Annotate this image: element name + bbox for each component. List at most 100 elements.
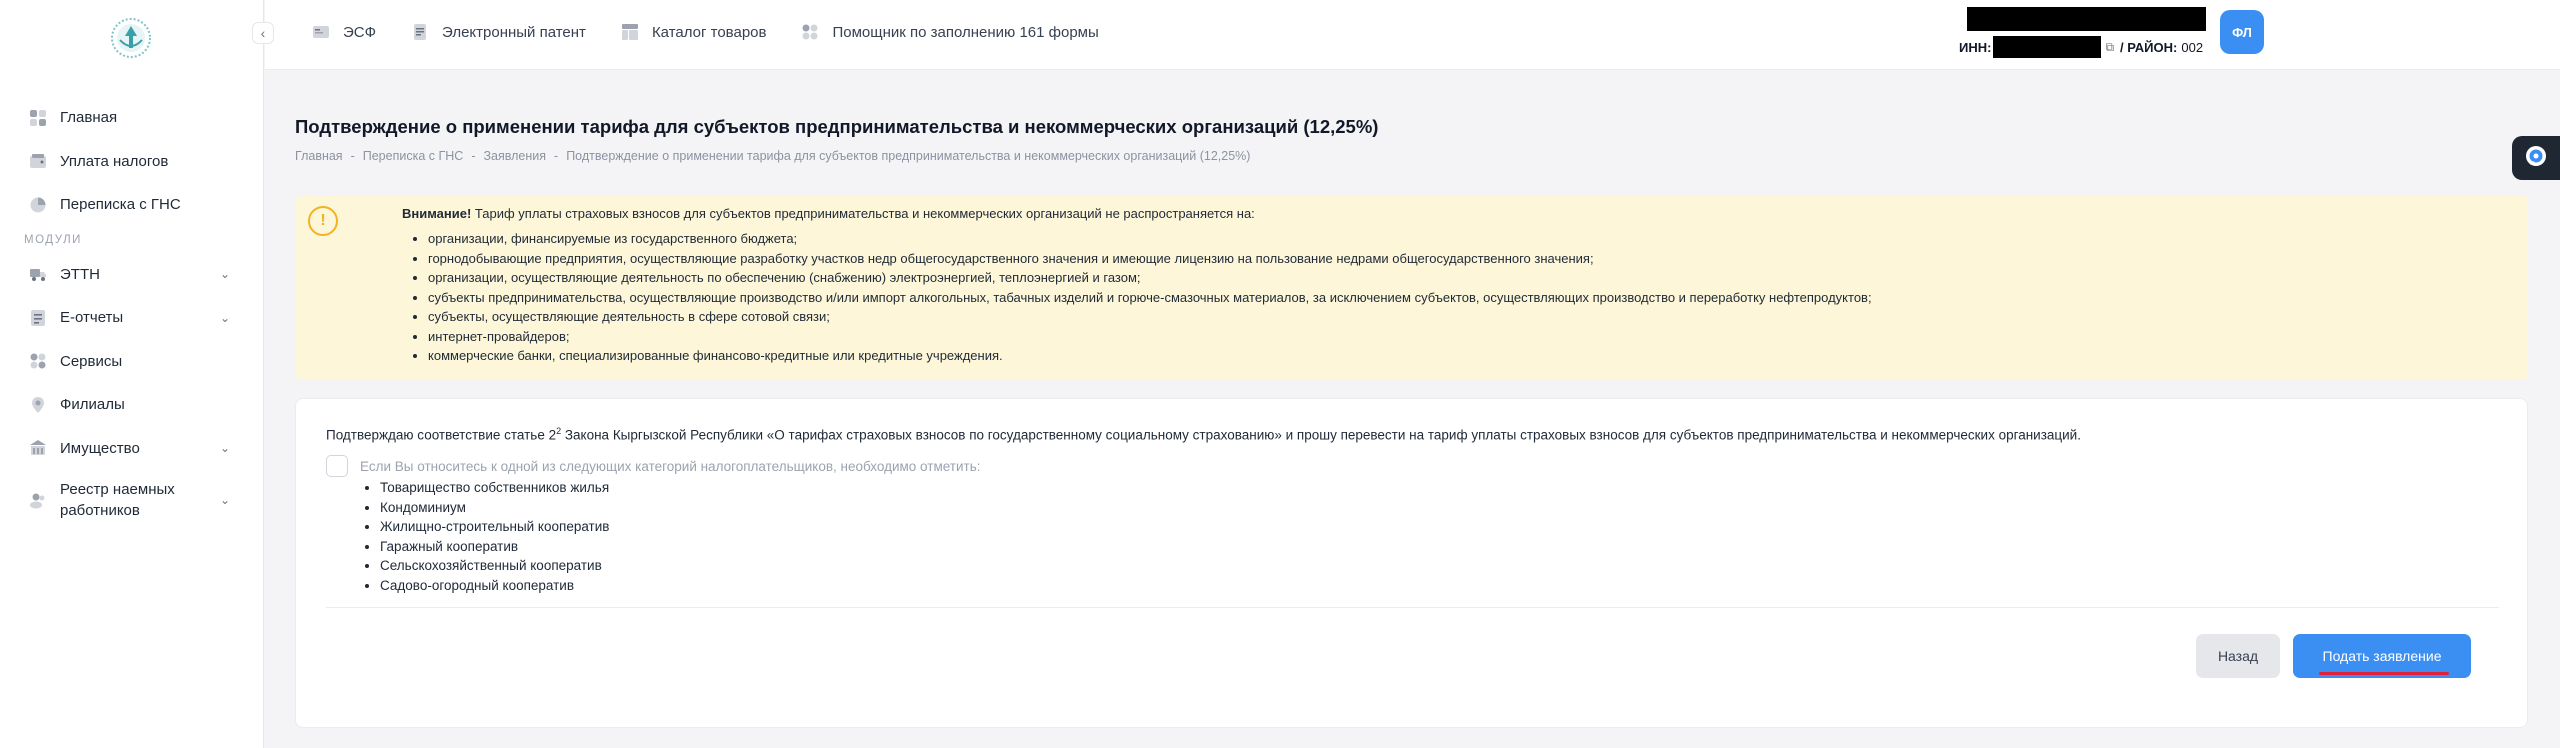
district-value: 002 — [2181, 39, 2204, 55]
topbar: ЭСФ Электронный патент Каталог товаров П… — [265, 0, 2560, 70]
sidebar-item-label: Имущество — [60, 439, 140, 457]
warning-heading: Внимание! Тариф уплаты страховых взносов… — [402, 206, 1255, 221]
list-item: интернет-провайдеров; — [428, 327, 1872, 347]
submit-button-label: Подать заявление — [2322, 648, 2442, 664]
confirmation-statement: Подтверждаю соответствие статье 22 Закон… — [326, 426, 2081, 443]
list-item: Жилищно-строительный кооператив — [380, 517, 609, 537]
report-icon — [28, 308, 48, 328]
inn-label: ИНН: — [1959, 39, 1992, 55]
page-title: Подтверждение о применении тарифа для су… — [295, 116, 1379, 137]
divider — [326, 607, 2499, 608]
warning-list: организации, финансируемые из государств… — [428, 229, 1872, 366]
top-link-esf[interactable]: ЭСФ — [311, 22, 376, 42]
pin-icon — [28, 395, 48, 415]
sidebar-item-label: Сервисы — [60, 352, 123, 370]
sidebar-item-label: Уплата налогов — [60, 152, 169, 170]
wallet-icon — [28, 151, 48, 171]
sidebar-item-label: Реестр наемных работников — [60, 481, 175, 519]
tax-service-logo[interactable] — [106, 16, 156, 60]
top-link-form-161-helper[interactable]: Помощник по заполнению 161 формы — [800, 22, 1099, 42]
sidebar-item-tax-payment[interactable]: Уплата налогов — [0, 140, 264, 184]
list-item: Кондоминиум — [380, 498, 609, 518]
chevron-down-icon: ⌄ — [219, 493, 230, 507]
top-link-patent[interactable]: Электронный патент — [410, 22, 586, 42]
home-icon — [28, 108, 48, 128]
redacted-inn — [1993, 36, 2102, 58]
top-link-label: Электронный патент — [442, 23, 586, 41]
list-item: Сельскохозяйственный кооператив — [380, 556, 609, 576]
avatar[interactable]: ФЛ — [2220, 10, 2264, 54]
list-item: субъекты предпринимательства, осуществля… — [428, 288, 1872, 308]
breadcrumb-separator: - — [554, 149, 559, 163]
sidebar-item-label: ЭТТН — [60, 265, 100, 283]
grid-icon — [28, 351, 48, 371]
list-item: Гаражный кооператив — [380, 537, 609, 557]
top-nav: ЭСФ Электронный патент Каталог товаров П… — [311, 22, 1133, 42]
top-link-label: Помощник по заполнению 161 формы — [832, 23, 1099, 41]
chevron-down-icon: ⌄ — [219, 310, 230, 325]
list-item: Товарищество собственников жилья — [380, 478, 609, 498]
list-item: субъекты, осуществляющие деятельность в … — [428, 307, 1872, 327]
modules-section-label: МОДУЛИ — [24, 233, 82, 246]
sidebar-item-property[interactable]: Имущество ⌄ — [0, 427, 264, 471]
district-label: / РАЙОН: — [2120, 39, 2178, 55]
building-icon — [28, 438, 48, 458]
copy-icon[interactable]: ⧉ — [2105, 40, 2114, 55]
top-link-label: ЭСФ — [343, 23, 377, 41]
helper-icon — [800, 22, 820, 42]
statement-text-end: Закона Кыргызской Республики «О тарифах … — [561, 427, 2081, 443]
sidebar-item-correspondence[interactable]: Переписка с ГНС — [0, 183, 264, 227]
warning-text: Тариф уплаты страховых взносов для субъе… — [471, 206, 1255, 221]
sidebar-item-e-reports[interactable]: Е-отчеты ⌄ — [0, 296, 264, 340]
application-form-card: Подтверждаю соответствие статье 22 Закон… — [295, 398, 2528, 728]
breadcrumb: Главная - Переписка с ГНС - Заявления - … — [295, 149, 1250, 163]
sidebar-item-home[interactable]: Главная — [0, 96, 264, 140]
category-checkbox-row[interactable]: Если Вы относитесь к одной из следующих … — [326, 455, 980, 477]
breadcrumb-separator: - — [471, 149, 476, 163]
warning-alert: ! Внимание! Тариф уплаты страховых взнос… — [295, 196, 2528, 379]
sidebar-item-services[interactable]: Сервисы — [0, 340, 264, 384]
category-checkbox-label[interactable]: Если Вы относитесь к одной из следующих … — [360, 459, 980, 474]
redacted-user-name — [1967, 7, 2206, 31]
chevron-down-icon: ⌄ — [219, 267, 230, 282]
breadcrumb-separator: - — [350, 149, 355, 163]
people-icon — [28, 490, 48, 510]
sidebar-item-label: Главная — [60, 109, 118, 127]
list-item: горнодобывающие предприятия, осуществляю… — [428, 249, 1872, 269]
chat-bubble-icon — [2524, 144, 2548, 173]
list-item: организации, осуществляющие деятельность… — [428, 268, 1872, 288]
top-link-catalog[interactable]: Каталог товаров — [620, 22, 767, 42]
sidebar-collapse-button[interactable]: ‹ — [252, 22, 274, 44]
statement-text-start: Подтверждаю соответствие статье 2 — [326, 427, 557, 443]
submit-application-button[interactable]: Подать заявление — [2293, 634, 2471, 678]
taxpayer-info: ИНН: ⧉ / РАЙОН: 002 — [1959, 36, 2203, 58]
list-item: коммерческие банки, специализированные ф… — [428, 346, 1872, 366]
back-button[interactable]: Назад — [2196, 634, 2280, 678]
sidebar-item-label: Переписка с ГНС — [60, 196, 181, 214]
exclamation-icon: ! — [308, 206, 338, 236]
truck-icon — [28, 264, 48, 284]
list-item: Садово-огородный кооператив — [380, 576, 609, 596]
chat-icon — [28, 195, 48, 215]
sidebar-item-label: Филиалы — [60, 396, 125, 414]
chevron-down-icon: ⌄ — [219, 441, 230, 456]
sidebar: ‹ Главная Уплата налогов Переписка с ГНС… — [0, 0, 274, 748]
support-chat-button[interactable] — [2512, 136, 2560, 180]
breadcrumb-correspondence[interactable]: Переписка с ГНС — [363, 149, 464, 163]
sidebar-item-employee-registry[interactable]: Реестр наемных работников ⌄ — [0, 470, 264, 530]
warning-bold: Внимание! — [402, 206, 472, 221]
invoice-icon — [311, 22, 331, 42]
sidebar-item-branches[interactable]: Филиалы — [0, 383, 264, 427]
list-item: организации, финансируемые из государств… — [428, 229, 1872, 249]
sidebar-item-label: Е-отчеты — [60, 309, 124, 327]
highlight-underline — [2319, 672, 2449, 675]
category-list: Товарищество собственников жилья Кондоми… — [380, 478, 609, 595]
sidebar-item-ettn[interactable]: ЭТТН ⌄ — [0, 253, 264, 297]
breadcrumb-applications[interactable]: Заявления — [483, 149, 546, 163]
sidebar-nav: Главная Уплата налогов Переписка с ГНС М… — [0, 96, 264, 530]
top-link-label: Каталог товаров — [651, 23, 767, 41]
document-icon — [410, 22, 430, 42]
catalog-icon — [620, 22, 640, 42]
category-checkbox[interactable] — [326, 455, 348, 477]
breadcrumb-home[interactable]: Главная — [295, 149, 343, 163]
